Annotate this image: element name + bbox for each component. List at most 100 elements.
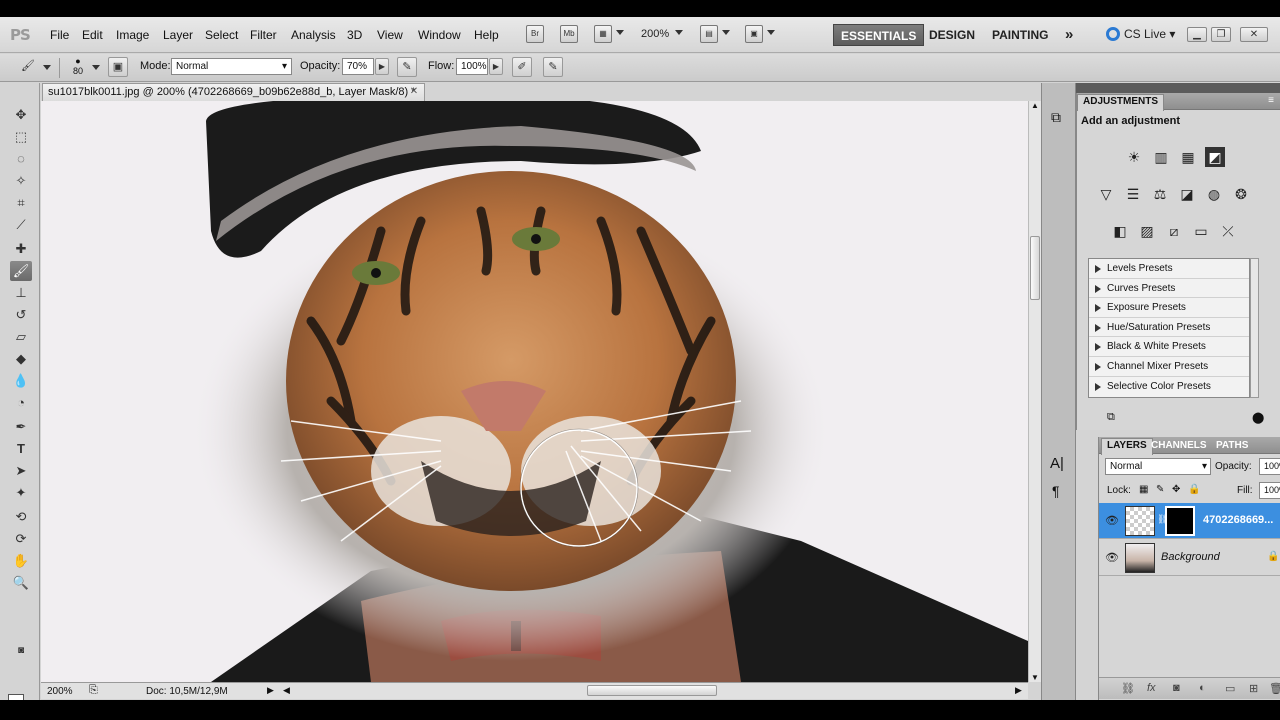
minibridge-button[interactable]: Mb — [560, 25, 578, 43]
cs-live-button[interactable]: CS Live ▾ — [1106, 27, 1175, 41]
menu-image[interactable]: Image — [116, 28, 149, 42]
vertical-scroll-thumb[interactable] — [1030, 236, 1040, 300]
zoom-tool-icon[interactable]: 🔍 — [10, 573, 32, 593]
layer-mask-thumbnail[interactable] — [1165, 506, 1195, 536]
workspace-design[interactable]: DESIGN — [922, 24, 982, 46]
screen-mode-button[interactable]: ▣ — [745, 25, 763, 43]
invert-icon[interactable]: ◧ — [1110, 221, 1130, 241]
view-extras-dropdown-icon[interactable] — [616, 30, 624, 35]
gradient-map-icon[interactable]: ▭ — [1191, 221, 1211, 241]
channel-mixer-icon[interactable]: ❂ — [1231, 184, 1251, 204]
zoom-level[interactable]: 200% — [641, 28, 669, 40]
brush-tool-icon[interactable]: 🖌 — [10, 261, 32, 281]
clip-to-layer-icon[interactable]: ⧉ — [1107, 411, 1115, 424]
layer-name[interactable]: Background — [1161, 551, 1237, 563]
pressure-opacity-button[interactable]: ✎ — [397, 57, 417, 77]
opacity-slider-toggle[interactable]: ▶ — [375, 58, 389, 75]
pressure-size-button[interactable]: ✎ — [543, 57, 563, 77]
minimize-button[interactable]: ▁ — [1187, 27, 1207, 42]
menu-view[interactable]: View — [377, 28, 403, 42]
brightness-contrast-icon[interactable]: ☀ — [1124, 147, 1144, 167]
black-white-icon[interactable]: ◪ — [1177, 184, 1197, 204]
workspace-essentials[interactable]: ESSENTIALS — [833, 24, 925, 46]
canvas-image[interactable] — [41, 101, 1028, 682]
arrange-docs-button[interactable]: ▤ — [700, 25, 718, 43]
history-panel-icon[interactable]: ⧉ — [1051, 109, 1061, 126]
preset-curves[interactable]: Curves Presets — [1089, 279, 1249, 299]
blur-tool-icon[interactable]: 💧 — [10, 371, 32, 391]
menu-file[interactable]: File — [50, 28, 69, 42]
add-mask-icon[interactable]: ◙ — [1173, 682, 1180, 694]
marquee-tool-icon[interactable]: ⬚ — [10, 127, 32, 147]
menu-filter[interactable]: Filter — [250, 28, 277, 42]
quick-mask-icon[interactable]: ◙ — [10, 641, 32, 661]
photo-filter-icon[interactable]: ◍ — [1204, 184, 1224, 204]
eyedropper-tool-icon[interactable]: ⟋ — [10, 215, 32, 235]
brush-size-dropdown-icon[interactable] — [92, 65, 100, 70]
brush-size-preview[interactable]: ● 80 — [72, 56, 84, 76]
fill-input[interactable]: 100% — [1259, 482, 1280, 499]
layer-opacity-input[interactable]: 100% — [1259, 458, 1280, 475]
screen-mode-dropdown-icon[interactable] — [767, 30, 775, 35]
preset-channel-mixer[interactable]: Channel Mixer Presets — [1089, 357, 1249, 377]
3d-rotate-tool-icon[interactable]: ⟲ — [10, 507, 32, 527]
quick-selection-tool-icon[interactable]: ✧ — [10, 171, 32, 191]
menu-help[interactable]: Help — [474, 28, 499, 42]
scroll-right-icon[interactable]: ▶ — [1015, 685, 1022, 696]
layer-style-icon[interactable]: fx — [1147, 682, 1156, 694]
curves-icon[interactable]: ▦ — [1178, 147, 1198, 167]
bridge-button[interactable]: Br — [526, 25, 544, 43]
eraser-tool-icon[interactable]: ▱ — [10, 327, 32, 347]
brush-preset-dropdown-icon[interactable] — [43, 65, 51, 70]
tab-layers[interactable]: LAYERS — [1101, 438, 1153, 455]
paint-bucket-tool-icon[interactable]: ◆ — [10, 349, 32, 369]
color-balance-icon[interactable]: ⚖ — [1150, 184, 1170, 204]
panel-menu-icon[interactable]: ≡ — [1268, 95, 1274, 106]
close-button[interactable]: ✕ — [1240, 27, 1268, 42]
vibrance-icon[interactable]: ▽ — [1096, 184, 1116, 204]
horizontal-scroll-thumb[interactable] — [587, 685, 717, 696]
history-brush-tool-icon[interactable]: ↺ — [10, 305, 32, 325]
type-tool-icon[interactable]: T — [10, 439, 32, 459]
menu-layer[interactable]: Layer — [163, 28, 193, 42]
status-menu-icon[interactable]: ▶ — [267, 685, 274, 696]
menu-edit[interactable]: Edit — [82, 28, 103, 42]
zoom-dropdown-icon[interactable] — [675, 30, 683, 35]
presets-options-icon[interactable]: ⬤ — [1252, 411, 1264, 424]
view-extras-button[interactable]: ▦ — [594, 25, 612, 43]
clone-stamp-tool-icon[interactable]: ⊥ — [10, 283, 32, 303]
new-group-icon[interactable]: ▭ — [1225, 682, 1235, 695]
layer-row-background[interactable]: 👁 Background 🔒 — [1099, 540, 1280, 576]
paragraph-panel-icon[interactable]: ¶ — [1052, 483, 1060, 499]
3d-orbit-tool-icon[interactable]: ⟳ — [10, 529, 32, 549]
menu-analysis[interactable]: Analysis — [291, 28, 336, 42]
layer-name[interactable]: 4702268669... — [1203, 514, 1279, 526]
brush-panel-toggle[interactable]: ▣ — [108, 57, 128, 77]
crop-tool-icon[interactable]: ⌗ — [10, 193, 32, 213]
status-zoom[interactable]: 200% — [47, 686, 73, 697]
mode-select[interactable]: Normal ▾ — [171, 58, 292, 75]
presets-scrollbar[interactable] — [1250, 258, 1259, 398]
path-selection-tool-icon[interactable]: ➤ — [10, 461, 32, 481]
link-layers-icon[interactable]: ⛓ — [1121, 682, 1135, 695]
preset-black-white[interactable]: Black & White Presets — [1089, 337, 1249, 357]
menu-window[interactable]: Window — [418, 28, 461, 42]
scroll-left-icon[interactable]: ◀ — [283, 685, 290, 696]
scroll-up-icon[interactable]: ▲ — [1031, 101, 1039, 110]
lock-transparency-icon[interactable]: ▦ — [1139, 484, 1148, 495]
airbrush-button[interactable]: ✐ — [512, 57, 532, 77]
close-icon[interactable]: ✕ — [408, 86, 420, 98]
lock-position-icon[interactable]: ✥ — [1172, 484, 1180, 495]
flow-slider-toggle[interactable]: ▶ — [489, 58, 503, 75]
tab-channels[interactable]: CHANNELS — [1146, 439, 1212, 452]
visibility-eye-icon[interactable]: 👁 — [1105, 551, 1119, 564]
layer-row-tiger[interactable]: 👁 ⛓ 4702268669... — [1099, 503, 1280, 539]
workspace-more-icon[interactable]: » — [1058, 24, 1080, 46]
dodge-tool-icon[interactable]: ◔ — [10, 393, 32, 413]
character-panel-icon[interactable]: A| — [1050, 455, 1064, 472]
tab-adjustments[interactable]: ADJUSTMENTS — [1077, 94, 1165, 111]
scroll-down-icon[interactable]: ▼ — [1031, 673, 1039, 682]
hand-tool-icon[interactable]: ✋ — [10, 551, 32, 571]
pen-tool-icon[interactable]: ✒ — [10, 417, 32, 437]
opacity-input[interactable]: 70% — [342, 58, 374, 75]
